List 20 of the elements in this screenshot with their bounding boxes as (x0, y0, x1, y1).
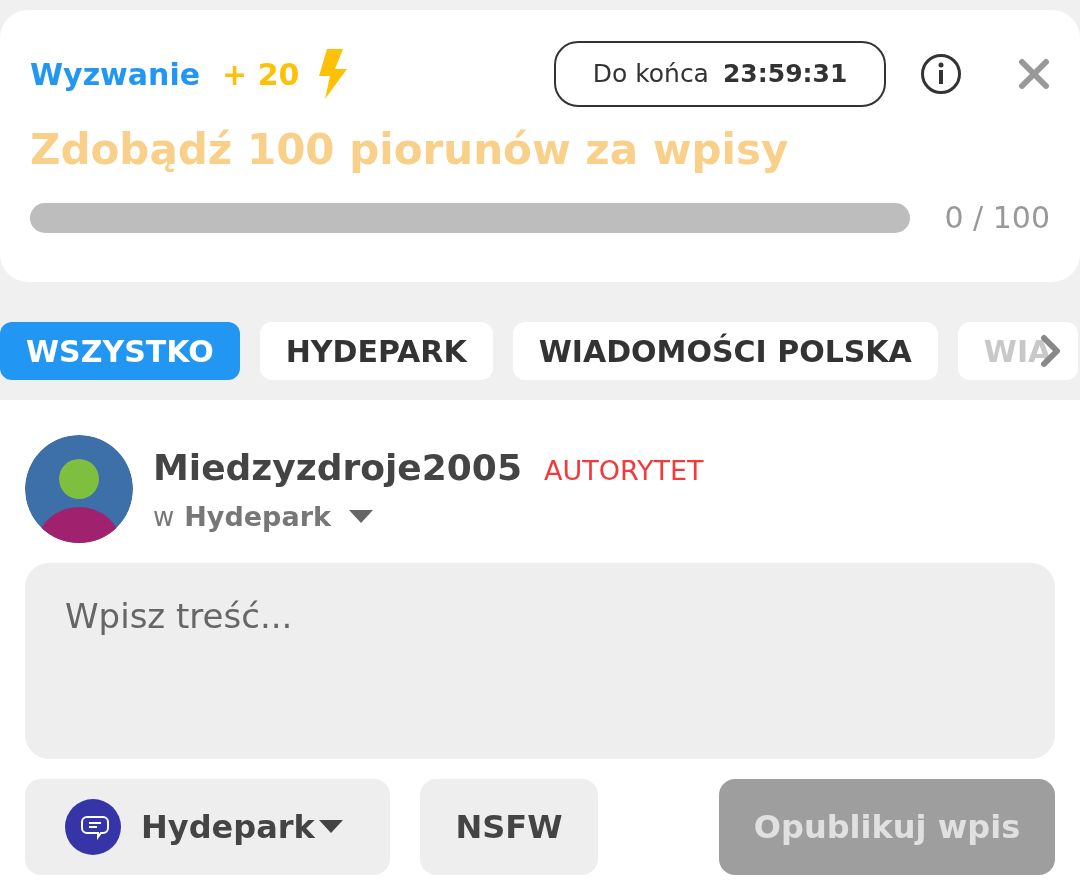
rank-label: AUTORYTET (543, 453, 704, 488)
category-tab[interactable]: WIADOMOŚCI POLSKA (512, 322, 938, 380)
countdown-time: 23:59:31 (722, 58, 848, 91)
lightning-icon (317, 49, 348, 99)
category-tab[interactable]: HYDEPARK (259, 322, 493, 380)
community-prefix: w (153, 500, 175, 534)
challenge-title: Zdobądź 100 piorunów za wpisy (30, 124, 790, 176)
countdown-label: Do końca (592, 58, 709, 91)
close-icon[interactable] (1018, 58, 1050, 90)
username[interactable]: Miedzyzdroje2005 (153, 440, 522, 495)
reward-points: + 20 (222, 55, 300, 94)
progress-count: 0 / 100 (944, 199, 1050, 237)
challenge-label: Wyzwanie (30, 55, 201, 94)
nsfw-button[interactable]: NSFW (420, 779, 598, 875)
community-select-button[interactable]: Hydepark (25, 779, 390, 875)
info-icon[interactable] (920, 53, 962, 95)
community-link[interactable]: Hydepark (184, 496, 331, 538)
caret-icon[interactable] (348, 510, 373, 524)
caret-icon (318, 820, 343, 834)
post-input-field[interactable]: Wpisz treść... (25, 563, 1055, 759)
